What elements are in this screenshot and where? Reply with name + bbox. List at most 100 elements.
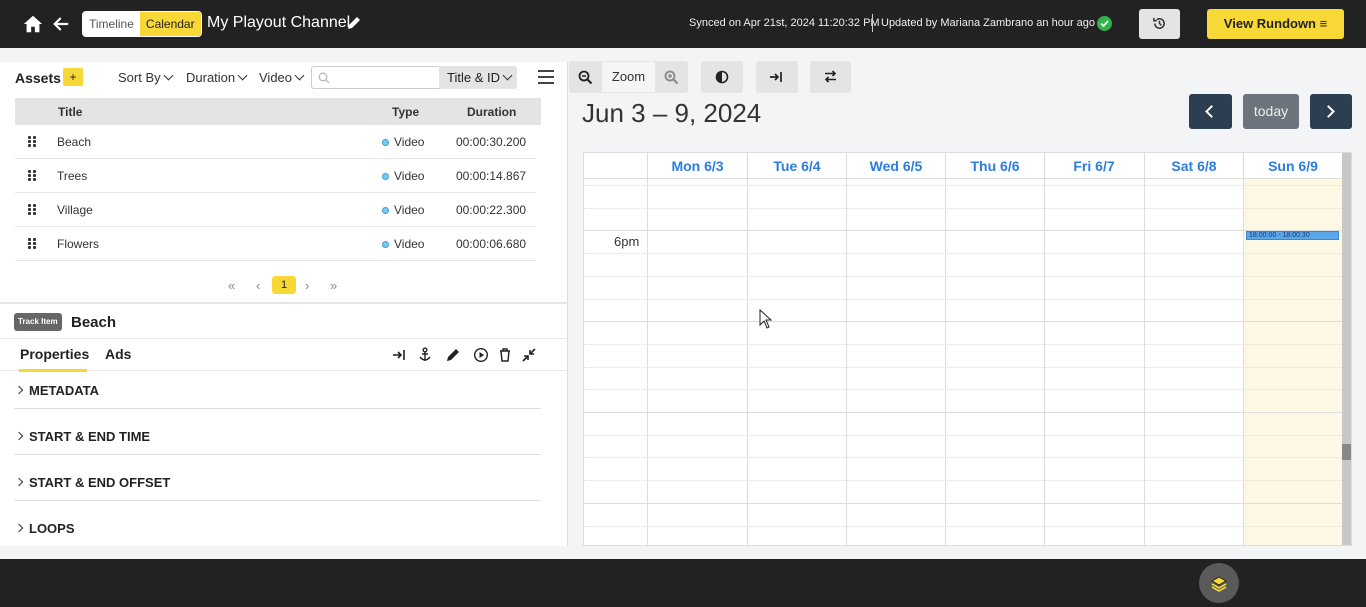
asset-table: Title Type Duration Beach Video 00:00:30.2… [15,98,541,261]
prev-week-button[interactable] [1189,94,1232,129]
chevron-right-icon [14,431,24,441]
grid-row-line [584,275,1342,277]
insert-icon[interactable] [391,347,407,363]
table-row[interactable]: Flowers Video 00:00:06.680 [15,227,536,261]
updated-status: Updated by Mariana Zambrano an hour ago [881,17,1096,29]
grid-row-line [584,253,1342,255]
track-item-name: Beach [71,314,117,331]
asset-title: Flowers [57,237,100,251]
asset-type: Video [394,135,425,149]
table-header: Title Type Duration [15,98,541,125]
home-icon[interactable] [22,13,44,35]
tab-properties[interactable]: Properties [20,346,89,362]
table-row[interactable]: Trees Video 00:00:14.867 [15,159,536,193]
stack-button[interactable] [1199,563,1239,603]
play-circle-icon[interactable] [473,347,489,363]
contrast-toggle-button[interactable] [701,61,743,93]
section-label: METADATA [29,383,100,398]
last-page-button[interactable]: » [330,278,337,293]
add-asset-button[interactable]: + [63,68,83,86]
zoom-out-button[interactable] [569,61,602,93]
duration-dropdown[interactable]: Duration [186,70,248,85]
chevron-right-icon [1322,105,1335,118]
left-panel: Assets + Sort By Duration Video Title & … [0,62,568,546]
insert-button[interactable] [756,61,798,93]
drag-handle-icon[interactable] [28,136,36,147]
type-dropdown[interactable]: Video [259,70,305,85]
tab-ads[interactable]: Ads [105,346,131,362]
calendar-scrollbar[interactable] [1342,153,1351,545]
grid-row-line [584,343,1342,345]
menu-icon[interactable] [538,70,554,84]
zoom-control: Zoom [569,61,688,93]
column-header-duration[interactable]: Duration [467,105,516,119]
top-bar: Timeline Calendar My Playout Channel Syn… [0,0,1366,48]
collapse-icon[interactable] [521,347,537,363]
day-header-tue[interactable]: Tue 6/4 [747,153,846,179]
zoom-out-icon [578,70,593,85]
calendar-view-button[interactable]: Calendar [139,12,201,36]
day-header-thu[interactable]: Thu 6/6 [945,153,1044,179]
track-tabs: Properties Ads [0,338,568,372]
anchor-icon[interactable] [417,347,433,363]
grid-row-line [584,434,1342,436]
section-label: START & END TIME [29,429,151,444]
table-row[interactable]: Village Video 00:00:22.300 [15,193,536,227]
section-start-end-offset[interactable]: START & END OFFSET [14,465,541,501]
column-header-type[interactable]: Type [392,105,419,119]
section-loops[interactable]: LOOPS [14,511,541,548]
history-button[interactable] [1139,9,1180,39]
grid-row-line [584,480,1342,482]
next-week-button[interactable] [1310,94,1352,129]
column-header-title[interactable]: Title [58,105,82,119]
edit-channel-pencil-icon[interactable] [346,15,362,31]
bottom-bar [0,559,1366,607]
chevron-down-icon [502,70,513,81]
asset-duration: 00:00:30.200 [456,135,527,149]
track-item-badge: Track Item [14,313,62,331]
search-scope-label: Title & ID [447,70,500,85]
search-icon [318,72,330,84]
swap-arrows-icon [824,70,837,83]
pencil-icon[interactable] [445,347,461,363]
grid-row-line [584,525,1342,527]
drag-handle-icon[interactable] [28,170,36,181]
section-start-end-time[interactable]: START & END TIME [14,419,541,455]
calendar-grid: Mon 6/3 Tue 6/4 Wed 6/5 Thu 6/6 Fri 6/7 … [583,152,1352,546]
grid-column-line [1044,179,1045,545]
grid-row-line [584,412,1342,413]
trash-icon[interactable] [497,347,513,363]
zoom-label: Zoom [602,61,655,93]
section-metadata[interactable]: METADATA [14,373,541,409]
sort-by-label: Sort By [118,70,161,85]
sort-by-dropdown[interactable]: Sort By [118,70,174,85]
search-input[interactable] [311,66,441,89]
view-rundown-button[interactable]: View Rundown ≡ [1207,9,1344,39]
day-header-wed[interactable]: Wed 6/5 [846,153,945,179]
grid-row-line [584,321,1342,323]
current-page[interactable]: 1 [272,276,296,294]
asset-duration: 00:00:06.680 [456,237,527,251]
day-header-sat[interactable]: Sat 6/8 [1144,153,1243,179]
grid-row-line [584,366,1342,368]
drag-handle-icon[interactable] [28,238,36,249]
zoom-in-button[interactable] [655,61,688,93]
first-page-button[interactable]: « [228,278,235,293]
back-arrow-icon[interactable] [52,14,70,34]
calendar-event[interactable]: 18:00:00 - 18:00:30 [1246,231,1339,240]
today-button[interactable]: today [1243,94,1299,129]
video-type-dot-icon [382,139,389,146]
view-toggle: Timeline Calendar [82,11,202,37]
check-circle-icon [1097,16,1112,31]
swap-button[interactable] [810,61,851,93]
drag-handle-icon[interactable] [28,204,36,215]
day-header-fri[interactable]: Fri 6/7 [1044,153,1143,179]
search-scope-dropdown[interactable]: Title & ID [439,66,517,89]
next-page-button[interactable]: › [305,278,309,293]
prev-page-button[interactable]: ‹ [256,278,260,293]
day-header-sun[interactable]: Sun 6/9 [1243,153,1342,179]
scrollbar-thumb[interactable] [1342,444,1351,460]
table-row[interactable]: Beach Video 00:00:30.200 [15,125,536,159]
day-header-mon[interactable]: Mon 6/3 [647,153,747,179]
timeline-view-button[interactable]: Timeline [83,12,140,36]
